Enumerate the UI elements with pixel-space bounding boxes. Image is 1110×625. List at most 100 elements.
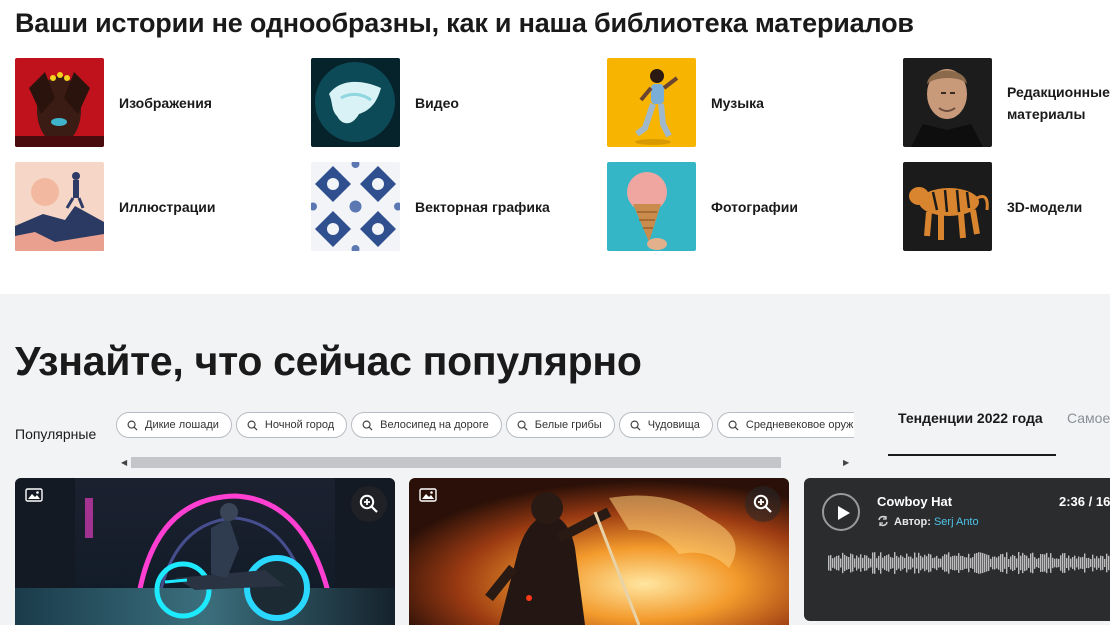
category-images[interactable]: Изображения <box>15 58 212 147</box>
waveform-bar <box>898 557 900 569</box>
waveform-bar <box>1070 558 1072 568</box>
samurai-fire-dragon-image <box>409 478 789 625</box>
author-link[interactable]: Serj Anto <box>934 516 979 528</box>
category-photos[interactable]: Фотографии <box>607 162 798 251</box>
search-icon <box>728 420 739 431</box>
category-3d-models[interactable]: 3D-модели <box>903 162 1082 251</box>
trending-card-cyberpunk[interactable] <box>15 478 395 625</box>
chip-night-city[interactable]: Ночной город <box>235 412 348 438</box>
waveform-bar <box>876 558 878 568</box>
active-tab-indicator <box>888 454 1056 456</box>
waveform-bar <box>938 558 940 568</box>
scrollbar-thumb[interactable] <box>131 457 781 468</box>
chip-white-mushrooms[interactable]: Белые грибы <box>505 412 615 438</box>
waveform-bar <box>896 555 898 571</box>
waveform-bar <box>860 554 862 572</box>
waveform-bar <box>1086 558 1088 568</box>
waveform-bar <box>882 557 884 569</box>
waveform-bar <box>912 558 914 568</box>
waveform-bar <box>948 552 950 574</box>
waveform-bar <box>1094 558 1096 568</box>
chip-label: Чудовища <box>647 419 700 431</box>
scroll-left-arrow-icon[interactable]: ◀ <box>121 457 127 469</box>
waveform-bar <box>872 552 874 574</box>
waveform-bar <box>990 558 992 568</box>
chip-bicycle-road[interactable]: Велосипед на дороге <box>351 412 502 438</box>
waveform-bar <box>1008 558 1010 568</box>
waveform-bar <box>1016 558 1018 568</box>
waveform-bar <box>982 552 984 574</box>
waveform-bar <box>972 557 974 569</box>
category-vectors[interactable]: Векторная графика <box>311 162 550 251</box>
waveform-bar <box>1042 554 1044 572</box>
audio-waveform[interactable] <box>828 548 1110 578</box>
waveform-bar <box>856 555 858 571</box>
chip-label: Ночной город <box>264 419 335 431</box>
author-label: Автор: <box>894 516 931 528</box>
waveform-bar <box>904 557 906 569</box>
category-illustrations[interactable]: Иллюстрации <box>15 162 215 251</box>
waveform-bar <box>1026 555 1028 571</box>
waveform-bar <box>836 555 838 571</box>
cyberpunk-motorcycle-image <box>15 478 395 625</box>
waveform-bar <box>966 557 968 569</box>
zoom-in-button[interactable] <box>745 486 781 522</box>
trending-card-samurai[interactable] <box>409 478 789 625</box>
waveform-bar <box>936 555 938 571</box>
waveform-bar <box>1100 555 1102 571</box>
zoom-in-button[interactable] <box>351 486 387 522</box>
chip-label: Велосипед на дороге <box>380 419 489 431</box>
waveform-bar <box>978 552 980 574</box>
waveform-bar <box>950 556 952 570</box>
waveform-bar <box>944 554 946 572</box>
waveform-bar <box>1054 558 1056 568</box>
waveform-bar <box>906 553 908 573</box>
waveform-bar <box>998 556 1000 570</box>
trending-title: Узнайте, что сейчас популярно <box>15 338 642 384</box>
waveform-bar <box>928 553 930 573</box>
scroll-right-arrow-icon[interactable]: ▶ <box>843 457 849 469</box>
waveform-bar <box>1004 557 1006 569</box>
chip-monsters[interactable]: Чудовища <box>618 412 713 438</box>
waveform-bar <box>910 556 912 570</box>
waveform-bar <box>1078 556 1080 570</box>
tab-trends-2022[interactable]: Тенденции 2022 года <box>898 410 1043 426</box>
waveform-bar <box>1068 555 1070 571</box>
waveform-bar <box>846 556 848 570</box>
category-video[interactable]: Видео <box>311 58 459 147</box>
search-icon <box>517 420 528 431</box>
waveform-bar <box>916 557 918 569</box>
category-editorial[interactable]: Редакционные материалы <box>903 58 1110 147</box>
chip-label: Дикие лошади <box>145 419 219 431</box>
waveform-bar <box>854 558 856 568</box>
waveform-bar <box>832 558 834 568</box>
waveform-bar <box>834 557 836 569</box>
waveform-bar <box>914 552 916 574</box>
chip-wild-horses[interactable]: Дикие лошади <box>116 412 232 438</box>
waveform-bar <box>894 552 896 574</box>
search-icon <box>362 420 373 431</box>
waveform-bar <box>1024 554 1026 572</box>
waveform-bar <box>844 554 846 572</box>
play-button[interactable] <box>822 493 860 531</box>
category-music[interactable]: Музыка <box>607 58 764 147</box>
waveform-bar <box>1006 552 1008 574</box>
audio-track-card[interactable]: Cowboy Hat Автор: Serj Anto 2:36 / 16 <box>804 478 1110 621</box>
waveform-bar <box>976 552 978 574</box>
waveform-bar <box>932 558 934 568</box>
chips-scrollbar[interactable]: ◀ ▶ <box>116 454 854 469</box>
search-icon <box>247 420 258 431</box>
waveform-bar <box>878 555 880 571</box>
tab-most[interactable]: Самое <box>1067 410 1110 426</box>
waveform-bar <box>970 558 972 568</box>
waveform-bar <box>1102 556 1104 570</box>
chip-medieval-weapons[interactable]: Средневековое оружие <box>716 412 854 438</box>
waveform-bar <box>962 555 964 571</box>
waveform-bar <box>1066 557 1068 569</box>
waveform-bar <box>996 557 998 569</box>
waveform-bar <box>1106 553 1108 573</box>
track-title[interactable]: Cowboy Hat <box>877 494 952 509</box>
play-icon <box>838 506 850 520</box>
chip-label: Белые грибы <box>534 419 602 431</box>
waveform-bar <box>1044 554 1046 572</box>
